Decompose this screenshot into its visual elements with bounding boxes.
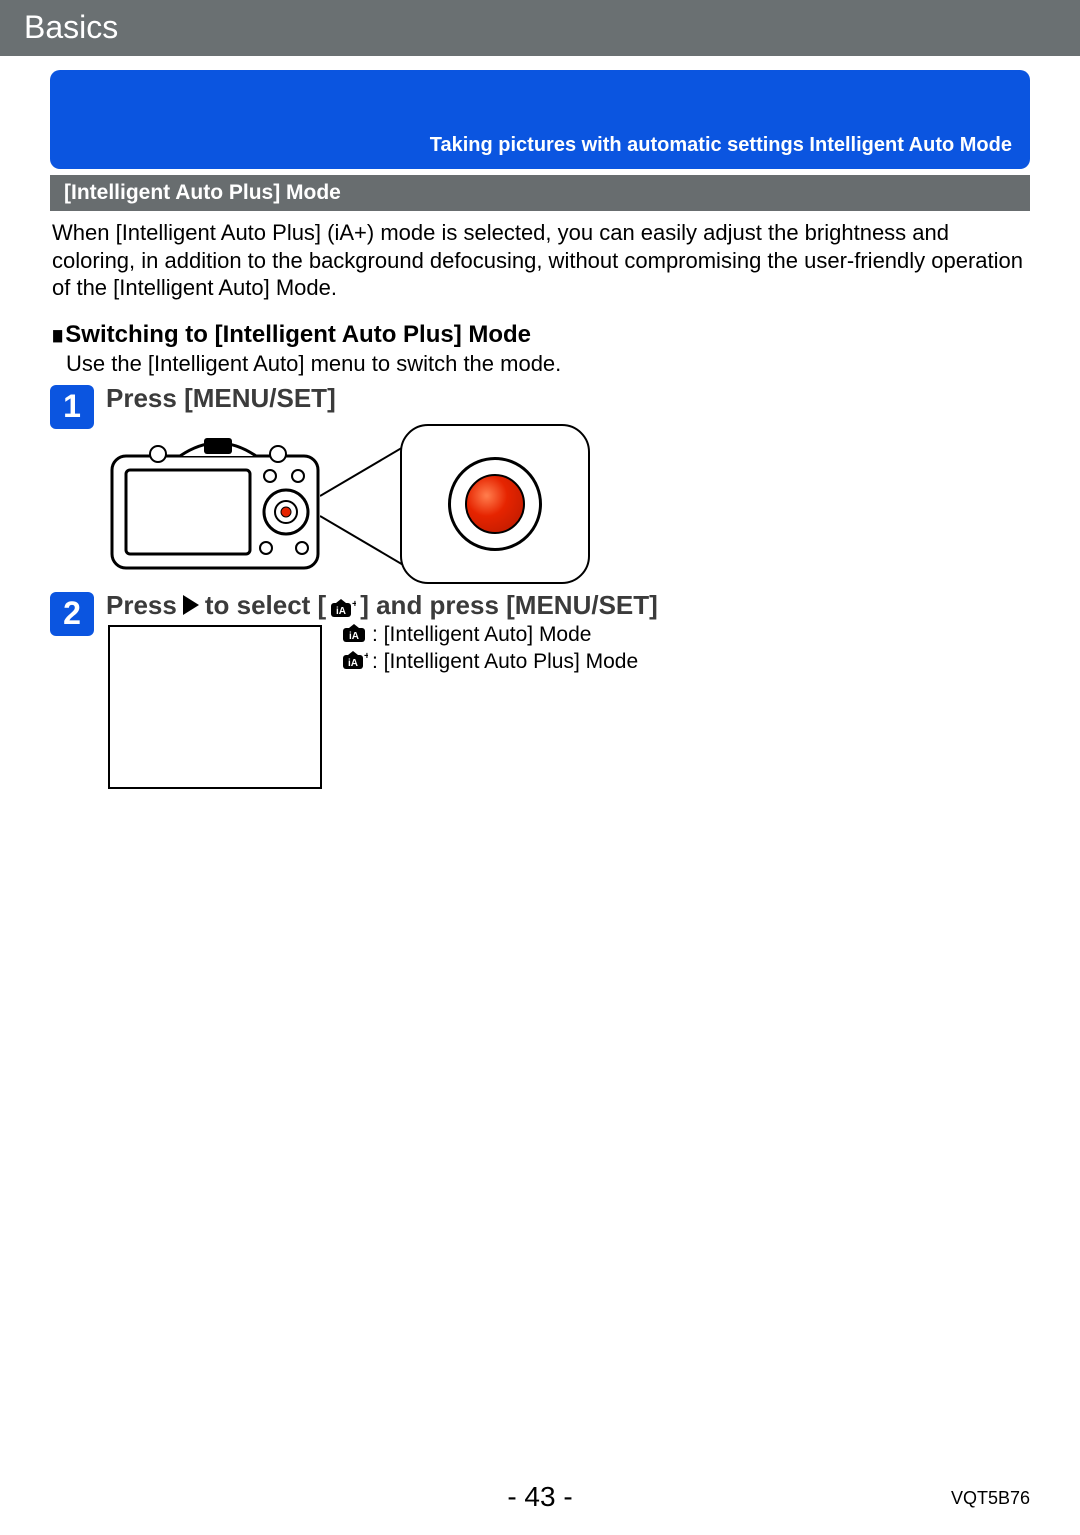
section-subheader-text: [Intelligent Auto Plus] Mode xyxy=(64,181,341,204)
step-2-body-wrap: Press to select [ iA + ] and press [MENU… xyxy=(106,590,658,789)
page-footer: - 43 - xyxy=(0,1481,1080,1513)
step-2-title: Press to select [ iA + ] and press [MENU… xyxy=(106,590,658,621)
step-2-details: iA : [Intelligent Auto] Mode iA + xyxy=(108,625,658,789)
switching-heading: ∎Switching to [Intelligent Auto Plus] Mo… xyxy=(50,320,1030,349)
document-code: VQT5B76 xyxy=(951,1488,1030,1509)
camera-illustration xyxy=(110,424,590,584)
ia-plus-icon-list: iA + xyxy=(342,651,368,671)
topic-banner: Taking pictures with automatic settings … xyxy=(50,70,1030,169)
right-arrow-icon xyxy=(183,595,199,615)
menu-set-button-inner-icon xyxy=(465,474,525,534)
step-1-title-text: Press [MENU/SET] xyxy=(106,383,336,414)
switching-heading-text: Switching to [Intelligent Auto Plus] Mod… xyxy=(65,321,531,348)
camera-body-icon xyxy=(110,428,325,578)
page-content: Taking pictures with automatic settings … xyxy=(0,56,1080,789)
svg-text:+: + xyxy=(352,599,356,610)
step-badge-1: 1 xyxy=(50,385,94,429)
mode-row-iap: iA + : [Intelligent Auto Plus] Mode xyxy=(342,648,638,675)
page-number: - 43 - xyxy=(507,1481,572,1513)
chapter-title: Basics xyxy=(24,9,118,46)
svg-text:iA: iA xyxy=(349,631,359,642)
ia-plus-icon: iA + xyxy=(330,595,356,615)
mode-iap-label: : [Intelligent Auto Plus] Mode xyxy=(372,648,638,675)
step-1: 1 Press [MENU/SET] xyxy=(50,383,1030,584)
section-subheader: [Intelligent Auto Plus] Mode xyxy=(50,175,1030,211)
topic-banner-text: Taking pictures with automatic settings … xyxy=(430,134,1012,156)
step-2: 2 Press to select [ iA + ] and press [ME… xyxy=(50,590,1030,789)
zoom-callout xyxy=(400,424,590,584)
svg-text:iA: iA xyxy=(336,606,346,617)
mode-ia-label: : [Intelligent Auto] Mode xyxy=(372,621,591,648)
svg-text:+: + xyxy=(364,651,368,662)
svg-text:iA: iA xyxy=(348,658,358,669)
step-1-title: Press [MENU/SET] xyxy=(106,383,590,414)
step-badge-2: 2 xyxy=(50,592,94,636)
switching-note: Use the [Intelligent Auto] menu to switc… xyxy=(66,351,1030,377)
step-2-title-post: ] and press [MENU/SET] xyxy=(360,590,658,621)
step-number-2: 2 xyxy=(63,595,81,632)
callout-lines-icon xyxy=(320,446,405,566)
chapter-header: Basics xyxy=(0,0,1080,56)
screen-placeholder xyxy=(108,625,322,789)
step-number-1: 1 xyxy=(63,388,81,425)
intro-paragraph: When [Intelligent Auto Plus] (iA+) mode … xyxy=(50,219,1030,302)
ia-icon: iA xyxy=(342,624,368,644)
mode-list: iA : [Intelligent Auto] Mode iA + xyxy=(342,621,638,676)
menu-set-button-icon xyxy=(448,457,542,551)
step-2-title-pre: Press xyxy=(106,590,177,621)
mode-row-ia: iA : [Intelligent Auto] Mode xyxy=(342,621,638,648)
step-1-body: Press [MENU/SET] xyxy=(106,383,590,584)
step-2-title-mid: to select [ xyxy=(205,590,326,621)
